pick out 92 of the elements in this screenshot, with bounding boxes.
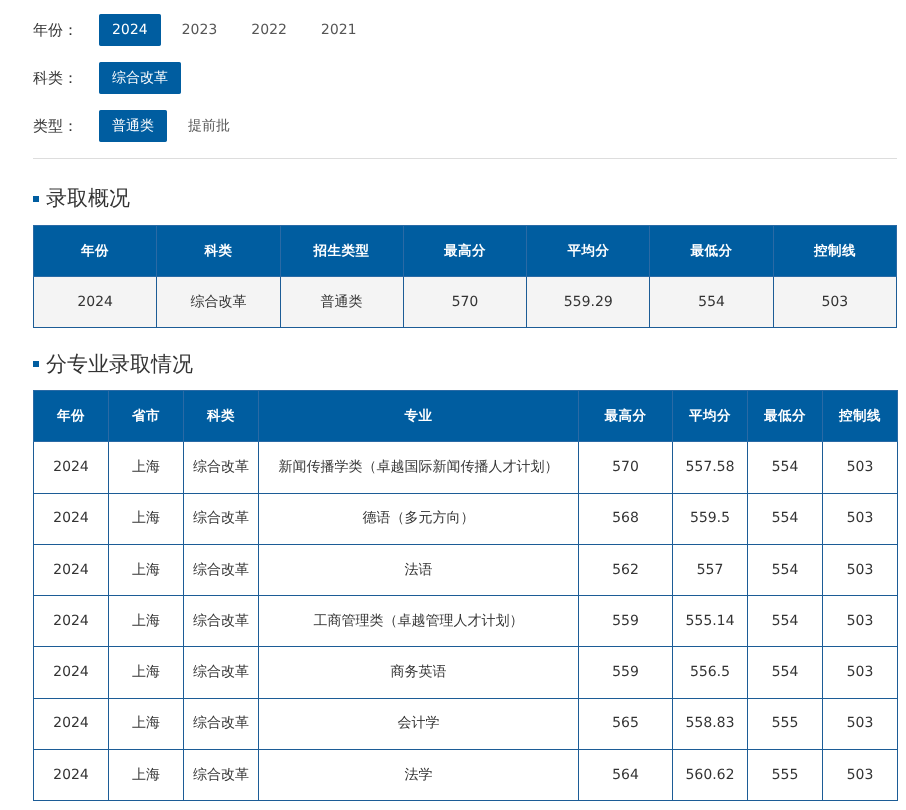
section-title: 分专业录取情况	[46, 350, 193, 378]
table-cell: 562	[578, 544, 672, 596]
table-cell: 555	[748, 698, 822, 750]
table-cell: 554	[748, 544, 822, 596]
section-title: 录取概况	[46, 185, 130, 212]
filter-option[interactable]: 2023	[168, 14, 230, 46]
table-cell: 法语	[258, 544, 578, 596]
filter-option[interactable]: 普通类	[99, 110, 167, 142]
table-cell: 工商管理类（卓越管理人才计划）	[258, 596, 578, 647]
table-cell: 德语（多元方向）	[258, 493, 578, 544]
table-cell: 综合改革	[156, 276, 280, 328]
column-header: 控制线	[822, 390, 898, 442]
filter-label: 科类：	[33, 68, 79, 89]
table-cell: 2024	[34, 698, 108, 750]
table-cell: 503	[822, 596, 898, 647]
table-cell: 综合改革	[184, 750, 258, 801]
filter-option[interactable]: 提前批	[175, 110, 243, 142]
table-cell: 554	[748, 442, 822, 494]
table-cell: 557.58	[672, 442, 748, 494]
table-cell: 565	[578, 698, 672, 750]
table-cell: 557	[672, 544, 748, 596]
table-cell: 上海	[108, 493, 184, 544]
table-cell: 综合改革	[184, 646, 258, 698]
table-cell: 上海	[108, 698, 184, 750]
table-cell: 554	[748, 493, 822, 544]
bullet-icon	[33, 196, 39, 202]
table-cell: 综合改革	[184, 544, 258, 596]
table-cell: 555	[748, 750, 822, 801]
table-cell: 综合改革	[184, 442, 258, 494]
table-cell: 2024	[34, 493, 108, 544]
table-cell: 普通类	[280, 276, 404, 328]
column-header: 专业	[258, 390, 578, 442]
bullet-icon	[33, 361, 39, 368]
table-cell: 503	[773, 276, 896, 328]
table-cell: 上海	[108, 544, 184, 596]
table-cell: 554	[748, 596, 822, 647]
table-cell: 上海	[108, 750, 184, 801]
filter-option[interactable]: 2022	[238, 14, 300, 46]
table-cell: 会计学	[258, 698, 578, 750]
column-header: 最高分	[403, 226, 527, 276]
table-cell: 503	[822, 750, 898, 801]
table-cell: 503	[822, 493, 898, 544]
table-cell: 559	[578, 646, 672, 698]
table-cell: 558.83	[672, 698, 748, 750]
column-header: 平均分	[672, 390, 748, 442]
column-header: 最低分	[650, 226, 774, 276]
table-cell: 556.5	[672, 646, 748, 698]
table-cell: 上海	[108, 596, 184, 647]
filter-option[interactable]: 综合改革	[99, 62, 181, 94]
table-cell: 559	[578, 596, 672, 647]
table-cell: 559.29	[526, 276, 650, 328]
table-cell: 综合改革	[184, 493, 258, 544]
table-cell: 商务英语	[258, 646, 578, 698]
table-cell: 法学	[258, 750, 578, 801]
table-cell: 2024	[34, 646, 108, 698]
table-cell: 570	[403, 276, 527, 328]
table-cell: 503	[822, 698, 898, 750]
column-header: 省市	[108, 390, 184, 442]
table-cell: 554	[748, 646, 822, 698]
table-cell: 503	[822, 646, 898, 698]
table-cell: 上海	[108, 442, 184, 494]
column-header: 年份	[34, 226, 157, 276]
filter-option[interactable]: 2021	[308, 14, 370, 46]
column-header: 招生类型	[280, 226, 404, 276]
table-cell: 综合改革	[184, 698, 258, 750]
column-header: 平均分	[526, 226, 650, 276]
table-cell: 综合改革	[184, 596, 258, 647]
table-cell: 560.62	[672, 750, 748, 801]
table-cell: 503	[822, 544, 898, 596]
column-header: 年份	[34, 390, 108, 442]
column-header: 控制线	[773, 226, 896, 276]
table-cell: 2024	[34, 276, 157, 328]
column-header: 科类	[184, 390, 258, 442]
table-cell: 上海	[108, 646, 184, 698]
table-cell: 568	[578, 493, 672, 544]
table-cell: 554	[650, 276, 774, 328]
table-cell: 564	[578, 750, 672, 801]
column-header: 最低分	[748, 390, 822, 442]
table-cell: 新闻传播学类（卓越国际新闻传播人才计划）	[258, 442, 578, 494]
table-cell: 555.14	[672, 596, 748, 647]
filter-label: 年份：	[33, 20, 79, 41]
table-cell: 2024	[34, 596, 108, 647]
column-header: 最高分	[578, 390, 672, 442]
table-cell: 570	[578, 442, 672, 494]
filter-label: 类型：	[33, 116, 79, 137]
table-cell: 559.5	[672, 493, 748, 544]
column-header: 科类	[156, 226, 280, 276]
table-cell: 2024	[34, 750, 108, 801]
table-cell: 2024	[34, 442, 108, 494]
table-cell: 503	[822, 442, 898, 494]
filter-option[interactable]: 2024	[99, 14, 161, 46]
table-cell: 2024	[34, 544, 108, 596]
